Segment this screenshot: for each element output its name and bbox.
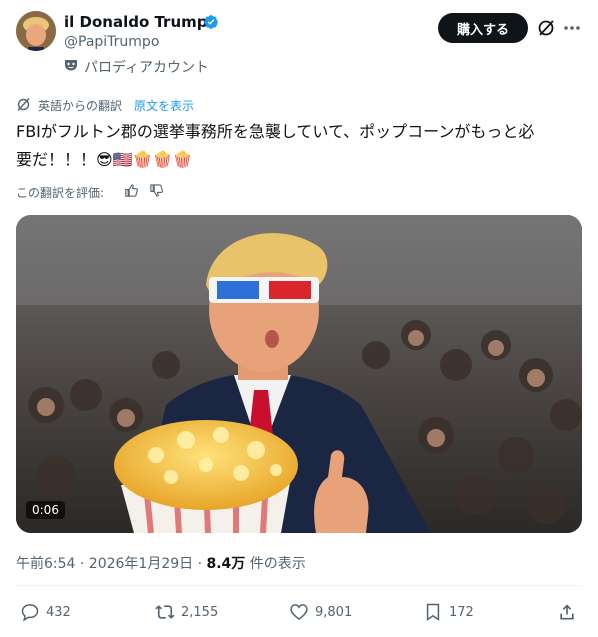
- reply-button[interactable]: 432: [20, 600, 71, 624]
- reply-count: 432: [46, 604, 71, 620]
- more-options-icon[interactable]: [564, 26, 580, 30]
- like-button[interactable]: 9,801: [289, 600, 352, 624]
- thumbs-down-icon[interactable]: [149, 183, 164, 198]
- user-handle[interactable]: @PapiTrumpo: [64, 34, 159, 50]
- translate-icon: [17, 98, 30, 111]
- tweet-meta: 午前6:54 · 2026年1月29日 · 8.4万 件の表示: [16, 553, 306, 573]
- bookmark-count: 172: [449, 604, 474, 620]
- repost-button[interactable]: 2,155: [155, 600, 218, 624]
- rate-translation-label: この翻訳を評価:: [16, 186, 105, 200]
- tweet-text: FBIがフルトン郡の選挙事務所を急襲していて、ポップコーンがもっと必 要だ！！！…: [16, 118, 582, 174]
- view-count: 8.4万: [206, 556, 246, 572]
- verified-badge-icon: [204, 15, 218, 29]
- grok-icon[interactable]: [537, 19, 555, 37]
- avatar[interactable]: [16, 11, 56, 51]
- video-duration-badge: 0:06: [26, 501, 65, 519]
- share-icon: [560, 604, 574, 620]
- repost-icon: [155, 605, 175, 619]
- tweet-text-line1: FBIがフルトン郡の選挙事務所を急襲していて、ポップコーンがもっと必: [16, 122, 535, 141]
- mask-icon: [65, 60, 77, 71]
- bookmark-icon: [426, 603, 440, 621]
- display-name[interactable]: il Donaldo Trumpo: [64, 13, 218, 31]
- like-count: 9,801: [315, 604, 353, 620]
- tweet-timestamp[interactable]: 午前6:54 · 2026年1月29日 ·: [16, 556, 207, 572]
- video-player[interactable]: [16, 215, 582, 533]
- share-button[interactable]: [557, 600, 577, 624]
- repost-count: 2,155: [181, 604, 219, 620]
- translation-source-label: 英語からの翻訳: [38, 99, 123, 113]
- heart-icon: [290, 604, 308, 621]
- parody-label: パロディアカウント: [84, 60, 210, 76]
- bookmark-button[interactable]: 172: [423, 600, 474, 624]
- video-frame-image: [16, 215, 582, 533]
- show-original-link[interactable]: 原文を表示: [134, 97, 194, 114]
- divider: [16, 585, 582, 586]
- thumbs-up-icon[interactable]: [124, 183, 139, 198]
- tweet-text-line2: 要だ！！！😎🇺🇸🍿🍿🍿: [16, 150, 193, 169]
- view-count-suffix: 件の表示: [245, 556, 306, 572]
- reply-icon: [21, 604, 39, 622]
- subscribe-button[interactable]: 購入する: [438, 13, 528, 43]
